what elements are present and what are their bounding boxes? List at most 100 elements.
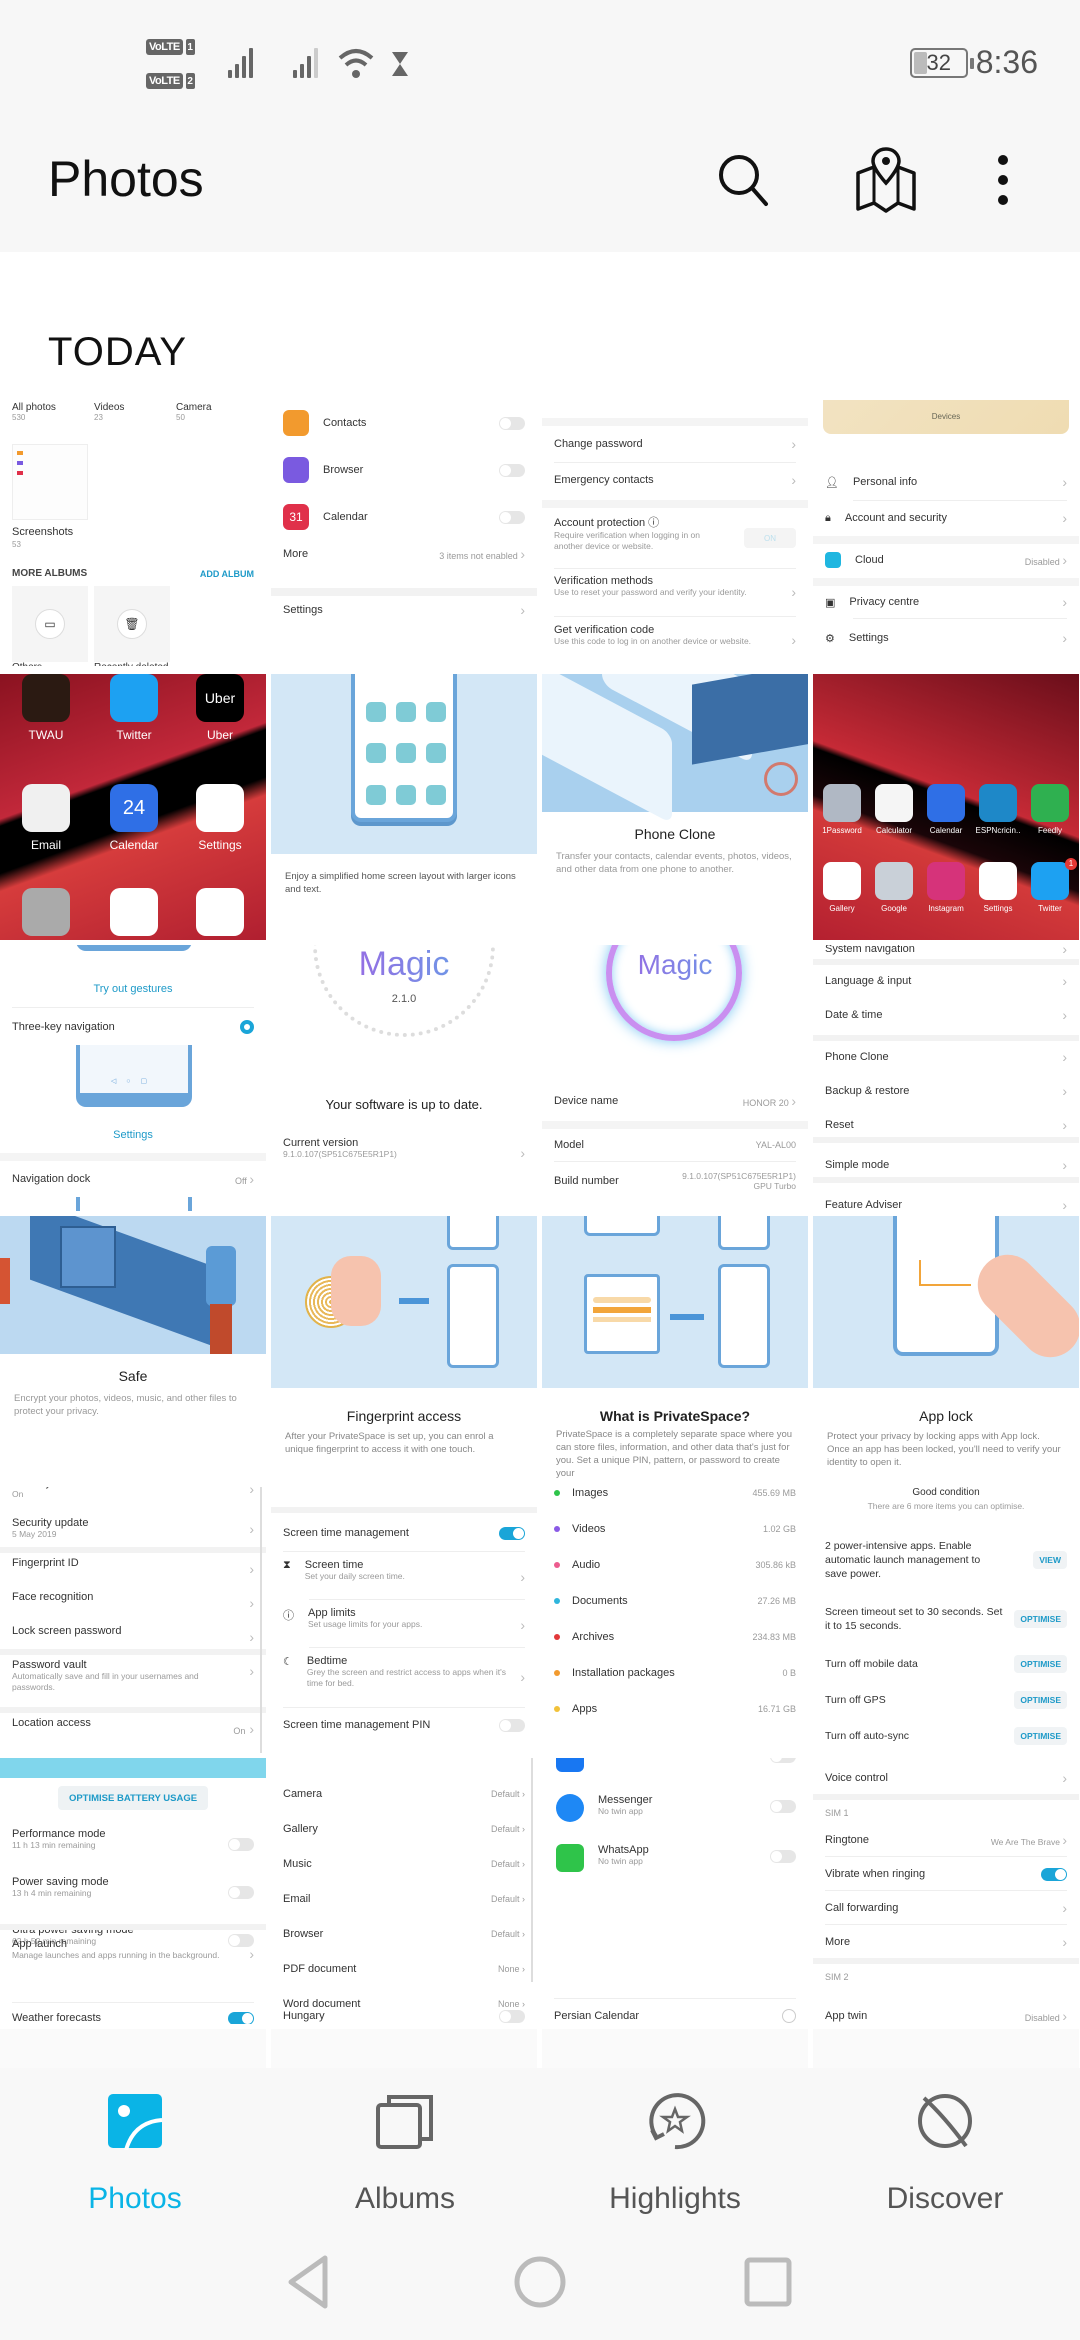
photo-thumbnail[interactable]: TWAU Twitter Uber Uber Email 24 Calendar Settin…: [0, 674, 266, 940]
home-button[interactable]: [505, 2252, 575, 2312]
app-icon: 1Password: [817, 784, 867, 835]
home-icon: [514, 2256, 566, 2308]
browser-icon: [283, 457, 309, 483]
list-item: Face recognition: [12, 1591, 94, 1603]
tab-albums[interactable]: Albums: [270, 2086, 540, 2246]
back-button[interactable]: [275, 2252, 345, 2312]
photo-thumbnail[interactable]: Devices 👤︎ Personal info › 🔒︎ Account and s…: [813, 400, 1079, 666]
wifi-icon: [338, 49, 374, 78]
list-item: Fingerprint ID: [12, 1557, 79, 1569]
list-item: Simple mode ›: [825, 1157, 1067, 1173]
twin-app-item: WhatsApp No twin app: [598, 1844, 649, 1866]
gallery-app: VoLTE 1 VoLTE 2 32 8:36 Photos TODAY All…: [0, 0, 1080, 2340]
app-icon: Gallery: [817, 862, 867, 913]
photo-thumbnail[interactable]: Camera Default › Gallery Default › Music Defa…: [271, 1758, 537, 2024]
contacts-icon: [283, 410, 309, 436]
photo-thumbnail[interactable]: Magic Device name HONOR 20 › Model YAL-AL0…: [542, 945, 808, 1211]
album-all-photos: All photos 530: [12, 402, 56, 422]
photo-thumbnail[interactable]: OPTIMISE BATTERY USAGE Performance mode 1…: [0, 1758, 266, 2024]
optimise-item: Turn off auto-sync OPTIMISE: [825, 1727, 1067, 1745]
photo-thumbnail[interactable]: Good condition There are 6 more items yo…: [813, 1487, 1079, 1753]
default-app-item: Camera Default ›: [283, 1788, 525, 1800]
calendar-icon: 31: [283, 504, 309, 530]
photo-thumbnail[interactable]: System navigation › Language & input › Date …: [813, 945, 1079, 1211]
app-placeholder: [396, 743, 416, 764]
list-item: Contacts: [283, 408, 525, 438]
list-item: System navigation ›: [825, 945, 1067, 957]
photo-thumbnail[interactable]: Screen time management ⧗ Screen time Set y…: [271, 1487, 537, 1753]
cloud-icon: [825, 552, 841, 568]
photo-thumbnail[interactable]: What is PrivateSpace? PrivateSpace is a …: [542, 1216, 808, 1482]
map-button[interactable]: [854, 145, 918, 215]
highlights-icon: [649, 2093, 706, 2150]
default-app-item: Browser Default ›: [283, 1928, 525, 1940]
app-icon: Feedly: [1025, 784, 1075, 835]
category-dot: [554, 1562, 560, 1568]
list-item: Security update 5 May 2019: [12, 1517, 89, 1539]
photo-thumbnail[interactable]: Fingerprint access After your PrivateSpa…: [271, 1216, 537, 1482]
recents-button[interactable]: [733, 2252, 803, 2312]
list-item: Language & input ›: [825, 973, 1067, 989]
app-icon: Twitter: [1025, 862, 1075, 913]
app-placeholder: [426, 702, 446, 722]
battery-mode-item: Power saving mode 13 h 4 min remaining: [12, 1876, 109, 1898]
photo-thumbnail[interactable]: Safe Encrypt your photos, videos, music,…: [0, 1216, 266, 1482]
lock-icon: 🔒︎: [825, 511, 831, 524]
photo-thumbnail[interactable]: Images 455.69 MB Videos 1.02 GB Audio 305.86 …: [542, 1487, 808, 1753]
app-placeholder: [426, 743, 446, 764]
person-icon: 👤︎: [825, 476, 839, 489]
battery-mode-item: Performance mode 11 h 13 min remaining: [12, 1828, 106, 1850]
photo-thumbnail[interactable]: Magic 2.1.0 Your software is up to date.…: [271, 945, 537, 1211]
optimise-item: Turn off mobile data OPTIMISE: [825, 1655, 1067, 1673]
whatsapp-icon: [556, 1844, 584, 1872]
album-others: ▭: [12, 586, 88, 662]
album-camera: Camera 50: [176, 402, 212, 422]
list-item: Browser: [283, 455, 525, 485]
clock: 8:36: [975, 44, 1038, 80]
radio-selected: [240, 1020, 254, 1034]
category-dot: [554, 1598, 560, 1604]
status-bar: VoLTE 1 VoLTE 2 32 8:36: [0, 30, 1080, 100]
app-icon: Instagram: [921, 862, 971, 913]
photo-thumbnail[interactable]: All photos 530 Videos 23 Camera 50 Screensh…: [0, 400, 266, 666]
optimise-item: Screen timeout set to 30 seconds. Set it…: [825, 1605, 1067, 1633]
photo-thumbnail[interactable]: Enjoy a simplified home screen layout wi…: [271, 674, 537, 940]
tab-discover[interactable]: Discover: [810, 2086, 1080, 2246]
optimise-button: VIEW: [1033, 1551, 1067, 1569]
more-vert-icon: [998, 155, 1008, 205]
optimise-item: Turn off GPS OPTIMISE: [825, 1691, 1067, 1709]
photo-thumbnail[interactable]: Contacts Browser 31 Calendar More 3 items …: [271, 400, 537, 666]
photo-thumbnail[interactable]: App lock Protect your privacy by locking…: [813, 1216, 1079, 1482]
optimise-battery-button: OPTIMISE BATTERY USAGE: [58, 1786, 208, 1810]
photo-thumbnail[interactable]: No twin appMessengerNo twin appWhatsAppN…: [542, 1758, 808, 2024]
tab-highlights[interactable]: Highlights: [540, 2086, 810, 2246]
map-icon: [856, 147, 916, 213]
more-options-button[interactable]: [981, 145, 1025, 215]
status-right: 32 8:36: [909, 44, 1038, 81]
photos-icon: [108, 2094, 163, 2150]
tab-photos[interactable]: Photos: [0, 2086, 270, 2246]
messenger-icon: [556, 1794, 584, 1822]
list-item: Feature Adviser ›: [825, 1197, 1067, 1211]
app-icon: ESPNcricin..: [973, 784, 1023, 835]
search-button[interactable]: [712, 145, 776, 215]
photo-thumbnail[interactable]: Try out gestures Three-key navigation ◁○…: [0, 945, 266, 1211]
folder-icon: ▭: [35, 609, 65, 639]
optimise-button: OPTIMISE: [1014, 1655, 1067, 1673]
photo-thumbnail[interactable]: 1Password Calculator Calendar ESPNcricin.. F…: [813, 674, 1079, 940]
storage-item: Apps 16.71 GB: [554, 1699, 796, 1719]
photo-thumbnail[interactable]: Change password › Emergency contacts › Acc…: [542, 400, 808, 666]
section-header-today: TODAY: [48, 330, 188, 374]
gear-icon: ⚙: [825, 632, 835, 645]
photo-thumbnail[interactable]: Phone Clone Transfer your contacts, cale…: [542, 674, 808, 940]
app-icon: Google: [869, 862, 919, 913]
photo-thumbnail[interactable]: Find My DeviceOn›Security update5 May 20…: [0, 1487, 266, 1753]
discover-icon: [918, 2094, 972, 2148]
privacy-icon: ▣: [825, 596, 836, 609]
back-icon: [288, 2255, 328, 2309]
app-icon: Settings: [973, 862, 1023, 913]
category-dot: [554, 1526, 560, 1532]
photo-thumbnail[interactable]: Voice control › SIM 1 Ringtone We Are The …: [813, 1758, 1079, 2024]
list-item: Password vault Automatically save and fil…: [12, 1659, 199, 1692]
optimise-item: 2 power-intensive apps. Enable automatic…: [825, 1539, 1067, 1581]
